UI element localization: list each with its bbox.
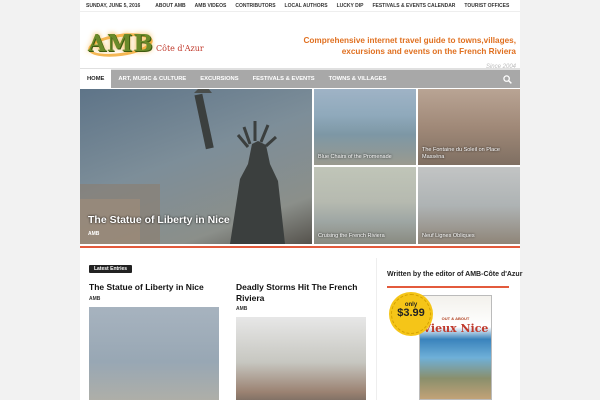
section-divider	[80, 246, 520, 248]
featured-tile-title[interactable]: The Fontaine du Soleil on Place Masséna	[422, 147, 520, 161]
featured-main-tile[interactable]: The Statue of Liberty in Nice AMB	[80, 89, 312, 244]
nav-art-music-culture[interactable]: ART, MUSIC & CULTURE	[111, 69, 193, 89]
featured-tile-neuf-lignes[interactable]: Neuf Lignes Obliques	[418, 167, 520, 244]
post-author[interactable]: AMB	[236, 306, 366, 312]
tagline-line-1: Comprehensive internet travel guide to t…	[303, 36, 516, 45]
post-title[interactable]: Deadly Storms Hit The French Riviera	[236, 282, 366, 303]
post-card: Deadly Storms Hit The French Riviera AMB	[236, 282, 366, 400]
top-link-videos[interactable]: AMB VIDEOS	[195, 3, 227, 9]
top-link-tourist-offices[interactable]: TOURIST OFFICES	[464, 3, 509, 9]
logo-text: AMB	[88, 30, 154, 57]
main-nav: HOME ART, MUSIC & CULTURE EXCURSIONS FES…	[80, 68, 520, 89]
top-link-contributors[interactable]: CONTRIBUTORS	[235, 3, 275, 9]
current-date: SUNDAY, JUNE 5, 2016	[86, 2, 141, 9]
post-thumbnail[interactable]	[89, 306, 219, 400]
sidebar: Written by the editor of AMB-Côte d'Azur…	[376, 258, 523, 400]
nav-towns-villages[interactable]: TOWNS & VILLAGES	[322, 69, 394, 89]
book-title: Vieux Nice	[422, 322, 489, 335]
featured-tile-blue-chairs[interactable]: Blue Chairs of the Promenade	[314, 89, 416, 165]
sidebar-rule	[387, 286, 509, 288]
top-link-events-calendar[interactable]: FESTIVALS & EVENTS CALENDAR	[372, 3, 455, 9]
sidebar-title: Written by the editor of AMB-Côte d'Azur	[387, 271, 523, 278]
featured-tile-title[interactable]: Cruising the French Riviera	[318, 233, 385, 240]
site-header: AMB Côte d'Azur Comprehensive internet t…	[80, 12, 520, 70]
price-value: $3.99	[397, 307, 425, 319]
latest-entries-label: Latest Entries	[89, 265, 133, 273]
logo-subtitle: Côte d'Azur	[156, 44, 204, 53]
featured-tile-cruising[interactable]: Cruising the French Riviera	[314, 167, 416, 244]
post-card: The Statue of Liberty in Nice AMB	[89, 282, 219, 400]
featured-main-author[interactable]: AMB	[88, 231, 99, 237]
post-title[interactable]: The Statue of Liberty in Nice	[89, 282, 219, 293]
tagline-line-2: excursions and events on the French Rivi…	[341, 47, 516, 56]
page-container: SUNDAY, JUNE 5, 2016 ABOUT AMB AMB VIDEO…	[80, 0, 523, 400]
featured-main-title[interactable]: The Statue of Liberty in Nice	[88, 214, 230, 227]
featured-grid: The Statue of Liberty in Nice AMB Blue C…	[80, 89, 520, 244]
top-link-local-authors[interactable]: LOCAL AUTHORS	[285, 3, 328, 9]
nav-home[interactable]: HOME	[80, 69, 112, 89]
site-tagline: Comprehensive internet travel guide to t…	[304, 35, 516, 57]
price-badge[interactable]: only $3.99	[391, 294, 431, 334]
nav-excursions[interactable]: EXCURSIONS	[193, 69, 245, 89]
top-link-lucky-dip[interactable]: LUCKY DIP	[337, 3, 364, 9]
nav-festivals-events[interactable]: FESTIVALS & EVENTS	[246, 69, 322, 89]
top-bar: SUNDAY, JUNE 5, 2016 ABOUT AMB AMB VIDEO…	[80, 0, 520, 12]
site-logo[interactable]: AMB Côte d'Azur	[86, 29, 204, 66]
top-link-about[interactable]: ABOUT AMB	[155, 3, 185, 9]
latest-entries: Latest Entries The Statue of Liberty in …	[80, 258, 372, 400]
featured-tile-title[interactable]: Neuf Lignes Obliques	[422, 233, 475, 240]
featured-tile-fontaine[interactable]: The Fontaine du Soleil on Place Masséna	[418, 89, 520, 165]
featured-tile-title[interactable]: Blue Chairs of the Promenade	[318, 154, 392, 161]
search-icon[interactable]	[503, 75, 512, 84]
post-author[interactable]: AMB	[89, 296, 219, 302]
post-thumbnail[interactable]	[236, 317, 366, 400]
